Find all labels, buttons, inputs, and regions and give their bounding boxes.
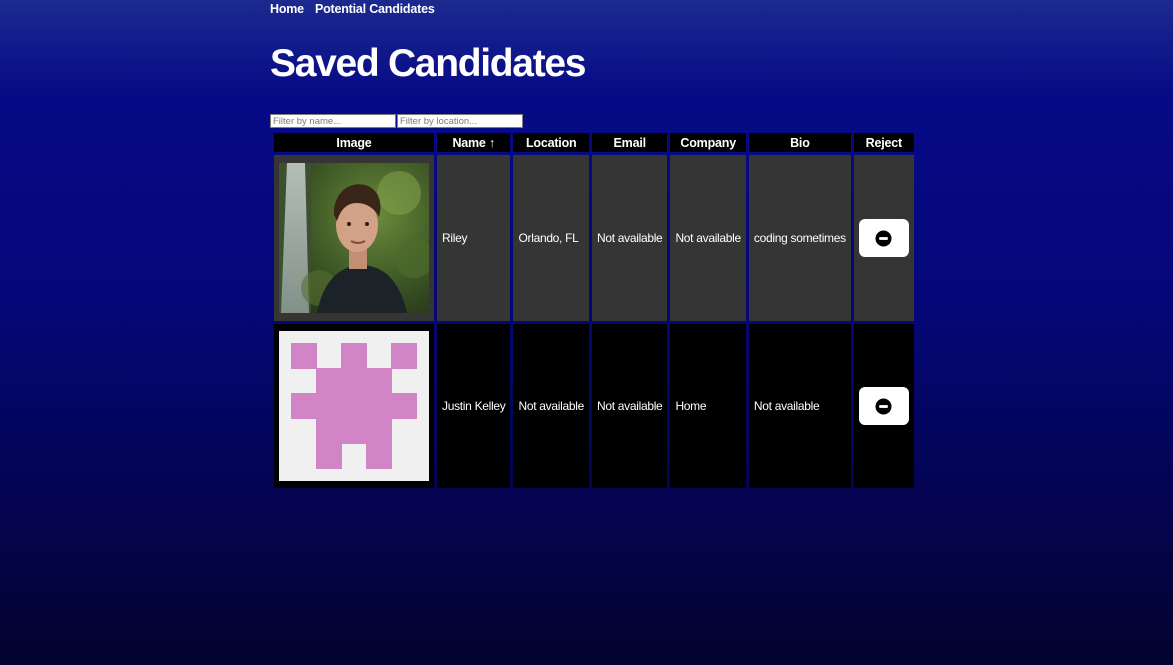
cell-email: Not available <box>591 324 668 488</box>
cell-location: Not available <box>513 324 589 488</box>
table-header-row: Image Name ↑ Location Email Company Bio … <box>274 133 914 152</box>
candidates-table: Image Name ↑ Location Email Company Bio … <box>271 130 917 491</box>
header-bio: Bio <box>748 133 851 152</box>
nav-potential-candidates-link[interactable]: Potential Candidates <box>315 2 435 16</box>
avatar-cell <box>274 324 434 488</box>
table-row: Riley Orlando, FL Not available Not avai… <box>274 155 914 321</box>
minus-circle-icon <box>875 229 892 247</box>
reject-button[interactable] <box>858 387 909 425</box>
header-reject: Reject <box>853 133 914 152</box>
header-location: Location <box>513 133 589 152</box>
filter-bar <box>270 114 523 128</box>
filter-location-input[interactable] <box>397 114 523 128</box>
cell-reject <box>853 155 914 321</box>
minus-circle-icon <box>875 397 892 415</box>
cell-reject <box>853 324 914 488</box>
avatar <box>279 331 429 481</box>
cell-bio: Not available <box>748 324 851 488</box>
header-name-sort[interactable]: Name ↑ <box>437 133 511 152</box>
cell-location: Orlando, FL <box>513 155 589 321</box>
cell-name: Riley <box>437 155 511 321</box>
header-image: Image <box>274 133 434 152</box>
header-company: Company <box>670 133 746 152</box>
avatar-cell <box>274 155 434 321</box>
nav-home-link[interactable]: Home <box>270 2 304 16</box>
filter-name-input[interactable] <box>270 114 396 128</box>
header-email: Email <box>591 133 668 152</box>
reject-button[interactable] <box>858 219 909 257</box>
cell-company: Home <box>670 324 746 488</box>
cell-company: Not available <box>670 155 746 321</box>
cell-bio: coding sometimes <box>748 155 851 321</box>
avatar <box>279 163 429 313</box>
cell-email: Not available <box>591 155 668 321</box>
page-title: Saved Candidates <box>270 42 586 85</box>
cell-name: Justin Kelley <box>437 324 511 488</box>
table-row: Justin Kelley Not available Not availabl… <box>274 324 914 488</box>
top-nav: Home Potential Candidates <box>270 2 435 16</box>
